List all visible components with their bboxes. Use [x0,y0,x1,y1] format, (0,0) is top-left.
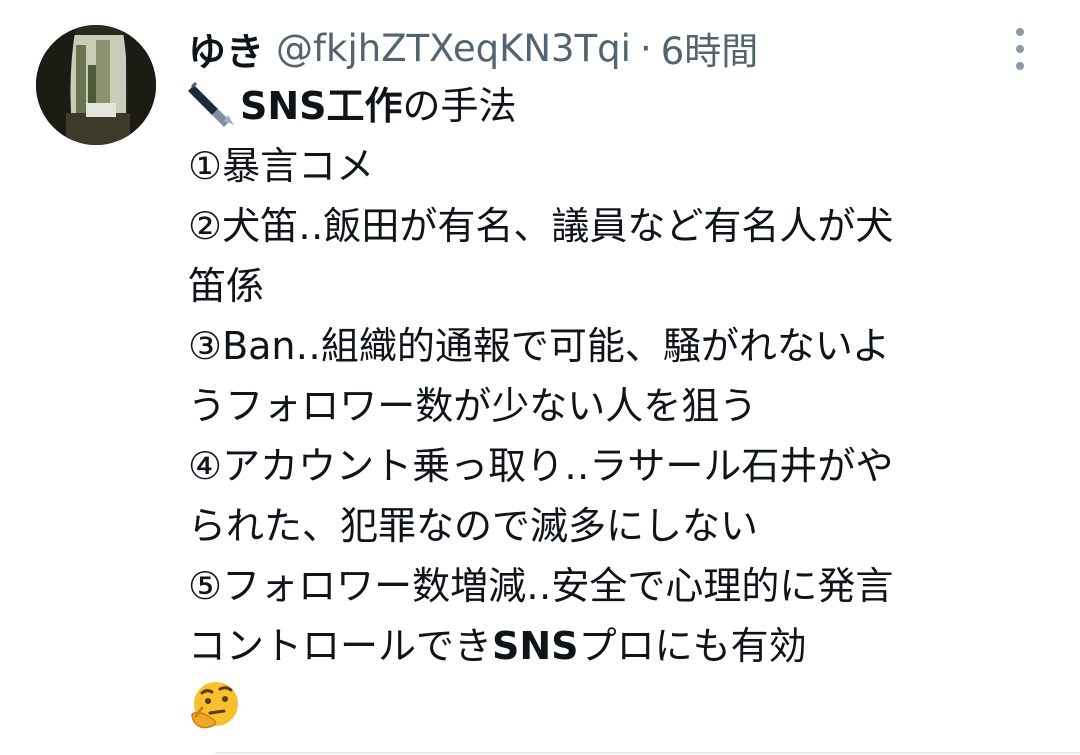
tweet-line-part: プロにも有効 [578,624,807,668]
tweet-emoji-line [188,676,1048,744]
author-handle[interactable]: @fkjhZTXeqKN3Tqi [276,27,631,70]
more-vertical-icon[interactable] [1000,28,1040,70]
fountain-pen-icon [188,81,234,127]
tweet-line: ②犬笛‥飯田が有名、議員など有名人が犬 [188,204,894,248]
tweet-line: ③Ban‥組織的通報で可能、騒がれないよ [188,324,891,368]
thinking-face-icon [191,682,238,729]
tweet-line: ①暴言コメ [188,144,375,188]
tweet-title-line: SNS工作の手法 [188,76,1048,136]
tweet-title-rest: の手法 [402,84,517,128]
tweet-divider [215,752,1080,754]
avatar-image [36,25,156,145]
avatar[interactable] [36,25,156,145]
tweet-line: うフォロワー数が少ない人を狙う [188,384,758,428]
tweet-line-part: コントロールでき [188,624,493,668]
tweet-header: ゆき @fkjhZTXeqKN3Tqi · 6時間 [188,22,758,74]
tweet-line-bold: SNS [492,624,579,668]
tweet-line: 笛係 [188,264,265,308]
tweet-line: ④アカウント乗っ取り‥ラサール石井がや [188,444,894,488]
tweet-text: SNS工作の手法 ①暴言コメ ②犬笛‥飯田が有名、議員など有名人が犬 笛係 ③B… [188,76,1048,744]
tweet[interactable]: ゆき @fkjhZTXeqKN3Tqi · 6時間 SNS工作の手法 ①暴言コメ… [0,0,1080,755]
tweet-timestamp[interactable]: 6時間 [661,21,759,75]
tweet-line: コントロールできSNSプロにも有効 [188,616,1048,676]
tweet-title-bold: SNS工作 [240,84,403,128]
tweet-line: られた、犯罪なので滅多にしない [188,504,759,548]
header-separator: · [639,26,652,70]
tweet-line: ⑤フォロワー数増減‥安全で心理的に発言 [188,564,894,608]
author-display-name[interactable]: ゆき [188,21,264,76]
